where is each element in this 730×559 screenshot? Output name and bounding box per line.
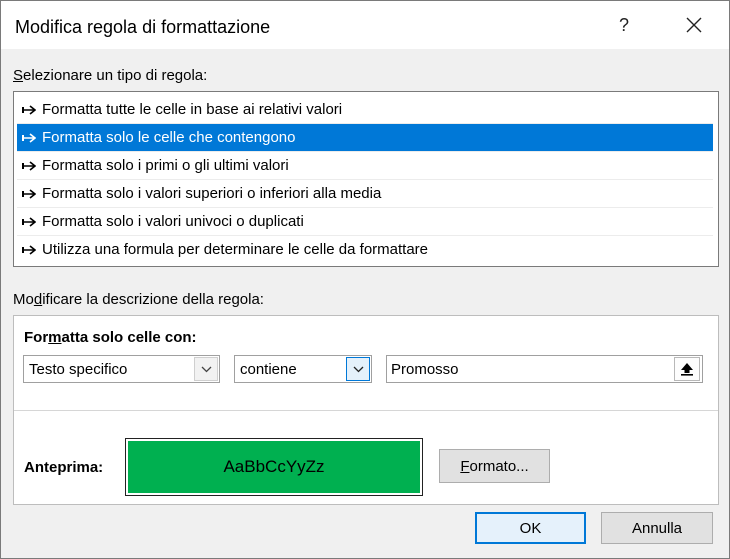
arrow-right-icon bbox=[22, 132, 38, 143]
operator-select[interactable]: contiene bbox=[234, 355, 372, 383]
rule-description-panel: Formatta solo celle con: Testo specifico… bbox=[13, 315, 719, 505]
condition-type-select[interactable]: Testo specifico bbox=[23, 355, 220, 383]
rule-type-label-text: Formatta solo le celle che contengono bbox=[42, 129, 296, 146]
rule-type-item[interactable]: Formatta solo i valori superiori o infer… bbox=[17, 180, 713, 207]
arrow-right-icon bbox=[22, 160, 38, 171]
chevron-down-icon[interactable] bbox=[194, 357, 218, 381]
collapse-dialog-button[interactable] bbox=[674, 357, 700, 381]
cancel-button[interactable]: Annulla bbox=[601, 512, 713, 544]
operator-value: contiene bbox=[240, 360, 297, 378]
help-icon: ? bbox=[618, 14, 629, 35]
arrow-right-icon bbox=[22, 244, 38, 255]
dialog: Modifica regola di formattazione ? Selez… bbox=[0, 0, 730, 559]
close-icon bbox=[686, 17, 702, 33]
rule-description-label: Modificare la descrizione della regola: bbox=[13, 291, 264, 308]
collapse-dialog-icon bbox=[681, 363, 693, 376]
rule-type-item-selected[interactable]: Formatta solo le celle che contengono bbox=[17, 124, 713, 151]
format-button[interactable]: Formato... bbox=[439, 449, 550, 483]
dialog-title: Modifica regola di formattazione bbox=[15, 17, 271, 37]
rule-type-item[interactable]: Formatta solo i primi o gli ultimi valor… bbox=[17, 152, 713, 179]
rule-type-label: Selezionare un tipo di regola: bbox=[13, 67, 208, 84]
title-bar: Modifica regola di formattazione ? bbox=[1, 1, 729, 49]
rule-type-label-text: Formatta tutte le celle in base ai relat… bbox=[42, 101, 343, 118]
rule-type-list[interactable]: Formatta tutte le celle in base ai relat… bbox=[13, 91, 719, 267]
arrow-right-icon bbox=[22, 104, 38, 115]
condition-type-value: Testo specifico bbox=[29, 360, 128, 378]
value-input[interactable]: Promosso bbox=[386, 355, 703, 383]
close-button[interactable] bbox=[671, 7, 717, 43]
rule-type-item[interactable]: Formatta tutte le celle in base ai relat… bbox=[17, 96, 713, 123]
help-button[interactable]: ? bbox=[601, 7, 647, 43]
rule-type-label-text: Formatta solo i valori superiori o infer… bbox=[42, 185, 382, 202]
arrow-right-icon bbox=[22, 188, 38, 199]
rule-type-label-text: Utilizza una formula per determinare le … bbox=[42, 241, 429, 258]
format-only-cells-label: Formatta solo celle con: bbox=[24, 329, 197, 346]
rule-type-item[interactable]: Utilizza una formula per determinare le … bbox=[17, 236, 713, 263]
rule-type-label-text: Formatta solo i valori univoci o duplica… bbox=[42, 213, 304, 230]
divider bbox=[14, 410, 718, 411]
arrow-right-icon bbox=[22, 216, 38, 227]
preview-sample: AaBbCcYyZz bbox=[128, 441, 420, 493]
chevron-down-icon[interactable] bbox=[346, 357, 370, 381]
ok-button[interactable]: OK bbox=[475, 512, 586, 544]
preview-label: Anteprima: bbox=[24, 459, 104, 476]
format-preview: AaBbCcYyZz bbox=[125, 438, 423, 496]
rule-type-item[interactable]: Formatta solo i valori univoci o duplica… bbox=[17, 208, 713, 235]
value-input-text: Promosso bbox=[391, 360, 459, 378]
rule-type-label-text: Formatta solo i primi o gli ultimi valor… bbox=[42, 157, 289, 174]
